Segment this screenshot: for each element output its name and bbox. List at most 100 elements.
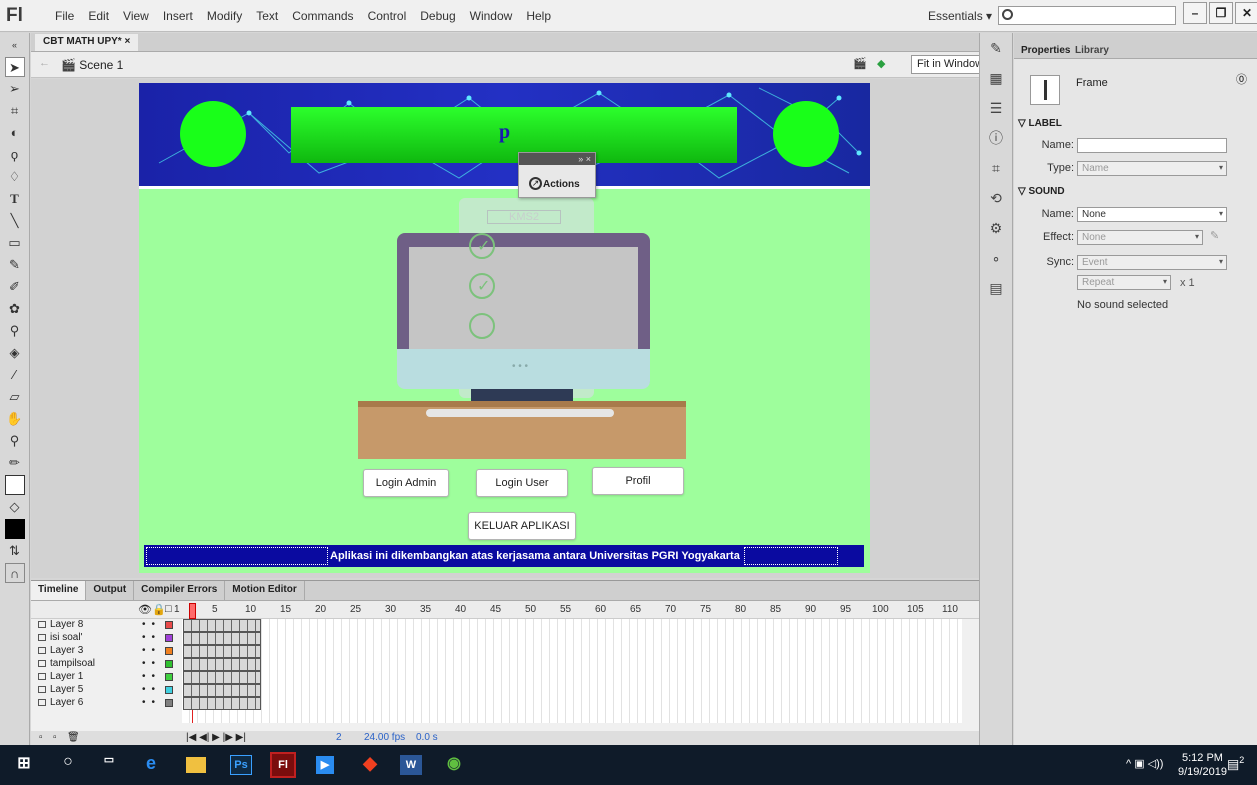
layer-outline-color[interactable] bbox=[165, 686, 173, 694]
layer-name[interactable]: tampilsoal bbox=[50, 658, 95, 669]
edit-pencil-icon[interactable]: ✎ bbox=[1210, 229, 1219, 242]
brush-tool-icon[interactable]: ✐ bbox=[5, 277, 25, 297]
hand-tool-icon[interactable]: ✋ bbox=[5, 409, 25, 429]
eye-icon[interactable]: 👁 bbox=[138, 603, 152, 616]
back-arrow-icon[interactable]: ← bbox=[39, 57, 50, 69]
visibility-lock-dots[interactable]: •• bbox=[142, 697, 161, 708]
paint-bucket-tool-icon[interactable]: ◈ bbox=[5, 343, 25, 363]
frame-name-input[interactable] bbox=[1077, 138, 1227, 153]
lock-icon[interactable]: 🔒 bbox=[152, 603, 166, 616]
visibility-lock-dots[interactable]: •• bbox=[142, 684, 161, 695]
help-icon[interactable]: ⓪ bbox=[1236, 71, 1247, 87]
sound-section[interactable]: ▽ SOUND bbox=[1018, 186, 1065, 197]
actions-panel[interactable]: » × ↗ Actions bbox=[518, 152, 596, 198]
timeline-layer-row[interactable]: isi soal' •• bbox=[31, 632, 191, 645]
tab-library[interactable]: Library bbox=[1075, 45, 1109, 56]
history-icon[interactable]: ⟲ bbox=[985, 187, 1007, 209]
layer-name[interactable]: Layer 6 bbox=[50, 697, 83, 708]
document-tab[interactable]: CBT MATH UPY* × bbox=[35, 34, 139, 51]
file-explorer-icon[interactable] bbox=[186, 757, 206, 773]
selection-tool-icon[interactable]: ➤ bbox=[4, 57, 25, 77]
system-tray[interactable]: ^ ▣ ◁)) bbox=[1126, 757, 1163, 770]
visibility-lock-dots[interactable]: •• bbox=[142, 658, 161, 669]
bone-tool-icon[interactable]: ⚲ bbox=[5, 321, 25, 341]
library-icon[interactable]: ▤ bbox=[985, 277, 1007, 299]
menu-insert[interactable]: Insert bbox=[156, 9, 200, 23]
type-select[interactable]: Name ▾ bbox=[1077, 161, 1227, 176]
flash-icon[interactable]: Fl bbox=[270, 752, 296, 778]
fill-color-icon[interactable]: ◇ bbox=[5, 497, 25, 517]
eraser-tool-icon[interactable]: ▱ bbox=[5, 387, 25, 407]
visibility-lock-dots[interactable]: •• bbox=[142, 671, 161, 682]
help-search-input[interactable] bbox=[998, 6, 1176, 25]
effect-select[interactable]: None ▾ bbox=[1077, 230, 1203, 245]
repeat-count[interactable]: x 1 bbox=[1180, 277, 1195, 289]
edit-scene-icon[interactable]: 🎬 bbox=[853, 57, 867, 70]
info-icon[interactable]: ⓘ bbox=[985, 127, 1007, 149]
frames-grid[interactable] bbox=[182, 619, 962, 723]
color-icon[interactable]: ▦ bbox=[985, 67, 1007, 89]
word-icon[interactable]: W bbox=[400, 755, 422, 775]
workspace-switcher[interactable]: Essentials ▾ bbox=[928, 9, 992, 23]
components-icon[interactable]: ⚙ bbox=[985, 217, 1007, 239]
line-tool-icon[interactable]: ╲ bbox=[5, 211, 25, 231]
tab-motion-editor[interactable]: Motion Editor bbox=[225, 581, 305, 600]
3d-rotation-tool-icon[interactable]: ◐ bbox=[5, 123, 25, 143]
tab-properties[interactable]: Properties bbox=[1021, 45, 1070, 56]
fill-swatch[interactable] bbox=[4, 519, 25, 539]
eyedropper-tool-icon[interactable]: ⁄ bbox=[5, 365, 25, 385]
media-player-icon[interactable]: ▶ bbox=[316, 756, 334, 774]
menu-debug[interactable]: Debug bbox=[413, 9, 462, 23]
close-tab-icon[interactable]: × bbox=[124, 36, 130, 47]
text-tool-icon[interactable]: T bbox=[5, 189, 25, 209]
pencil-tool-icon[interactable]: ✎ bbox=[5, 255, 25, 275]
collapse-icon[interactable]: « bbox=[5, 35, 25, 55]
outline-icon[interactable]: □ bbox=[165, 603, 172, 615]
photoshop-icon[interactable]: Ps bbox=[230, 755, 252, 775]
tab-output[interactable]: Output bbox=[86, 581, 135, 600]
minimize-button[interactable]: – bbox=[1183, 2, 1207, 24]
playhead[interactable] bbox=[189, 603, 196, 619]
menu-edit[interactable]: Edit bbox=[81, 9, 116, 23]
lasso-tool-icon[interactable]: ϙ bbox=[5, 145, 25, 165]
timeline-layer-row[interactable]: Layer 3 •• bbox=[31, 645, 191, 658]
visibility-lock-dots[interactable]: •• bbox=[142, 619, 161, 630]
layer-outline-color[interactable] bbox=[165, 660, 173, 668]
notification-icon[interactable]: ▤2 bbox=[1227, 755, 1244, 772]
timeline-layer-row[interactable]: Layer 1 •• bbox=[31, 671, 191, 684]
start-button-icon[interactable]: ⊞ bbox=[12, 753, 36, 777]
align-icon[interactable]: ☰ bbox=[985, 97, 1007, 119]
transform-icon[interactable]: ⌗ bbox=[985, 157, 1007, 179]
timeline-layer-row[interactable]: Layer 5 •• bbox=[31, 684, 191, 697]
visibility-lock-dots[interactable]: •• bbox=[142, 645, 161, 656]
menu-help[interactable]: Help bbox=[519, 9, 558, 23]
sound-name-select[interactable]: None ▾ bbox=[1077, 207, 1227, 222]
deco-tool-icon[interactable]: ✿ bbox=[5, 299, 25, 319]
current-frame[interactable]: 2 bbox=[336, 732, 342, 743]
clock[interactable]: 5:12 PM 9/19/2019 bbox=[1178, 751, 1227, 779]
keluar-aplikasi-button[interactable]: KELUAR APLIKASI bbox=[468, 512, 576, 540]
layer-outline-color[interactable] bbox=[165, 673, 173, 681]
menu-commands[interactable]: Commands bbox=[285, 9, 360, 23]
menu-modify[interactable]: Modify bbox=[200, 9, 249, 23]
free-transform-tool-icon[interactable]: ⌗ bbox=[5, 101, 25, 121]
scene-breadcrumb[interactable]: 🎬 Scene 1 bbox=[61, 58, 123, 72]
keyframe-span[interactable] bbox=[183, 619, 261, 632]
repeat-select[interactable]: Repeat ▾ bbox=[1077, 275, 1171, 290]
keyframe-span[interactable] bbox=[183, 658, 261, 671]
layer-name[interactable]: isi soal' bbox=[50, 632, 82, 643]
keyframe-span[interactable] bbox=[183, 645, 261, 658]
profil-button[interactable]: Profil bbox=[592, 467, 684, 495]
actionscript-icon[interactable]: ✎ bbox=[985, 37, 1007, 59]
cortana-icon[interactable]: ○ bbox=[56, 753, 80, 777]
subselection-tool-icon[interactable]: ➢ bbox=[5, 79, 25, 99]
motion-presets-icon[interactable]: ∘ bbox=[985, 247, 1007, 269]
new-layer-icon[interactable]: ▫ bbox=[39, 732, 43, 743]
layer-name[interactable]: Layer 5 bbox=[50, 684, 83, 695]
timeline-layer-row[interactable]: Layer 8 •• bbox=[31, 619, 191, 632]
sync-select[interactable]: Event ▾ bbox=[1077, 255, 1227, 270]
keyframe-span[interactable] bbox=[183, 684, 261, 697]
menu-text[interactable]: Text bbox=[249, 9, 285, 23]
layer-name[interactable]: Layer 1 bbox=[50, 671, 83, 682]
restore-button[interactable]: ❐ bbox=[1209, 2, 1233, 24]
